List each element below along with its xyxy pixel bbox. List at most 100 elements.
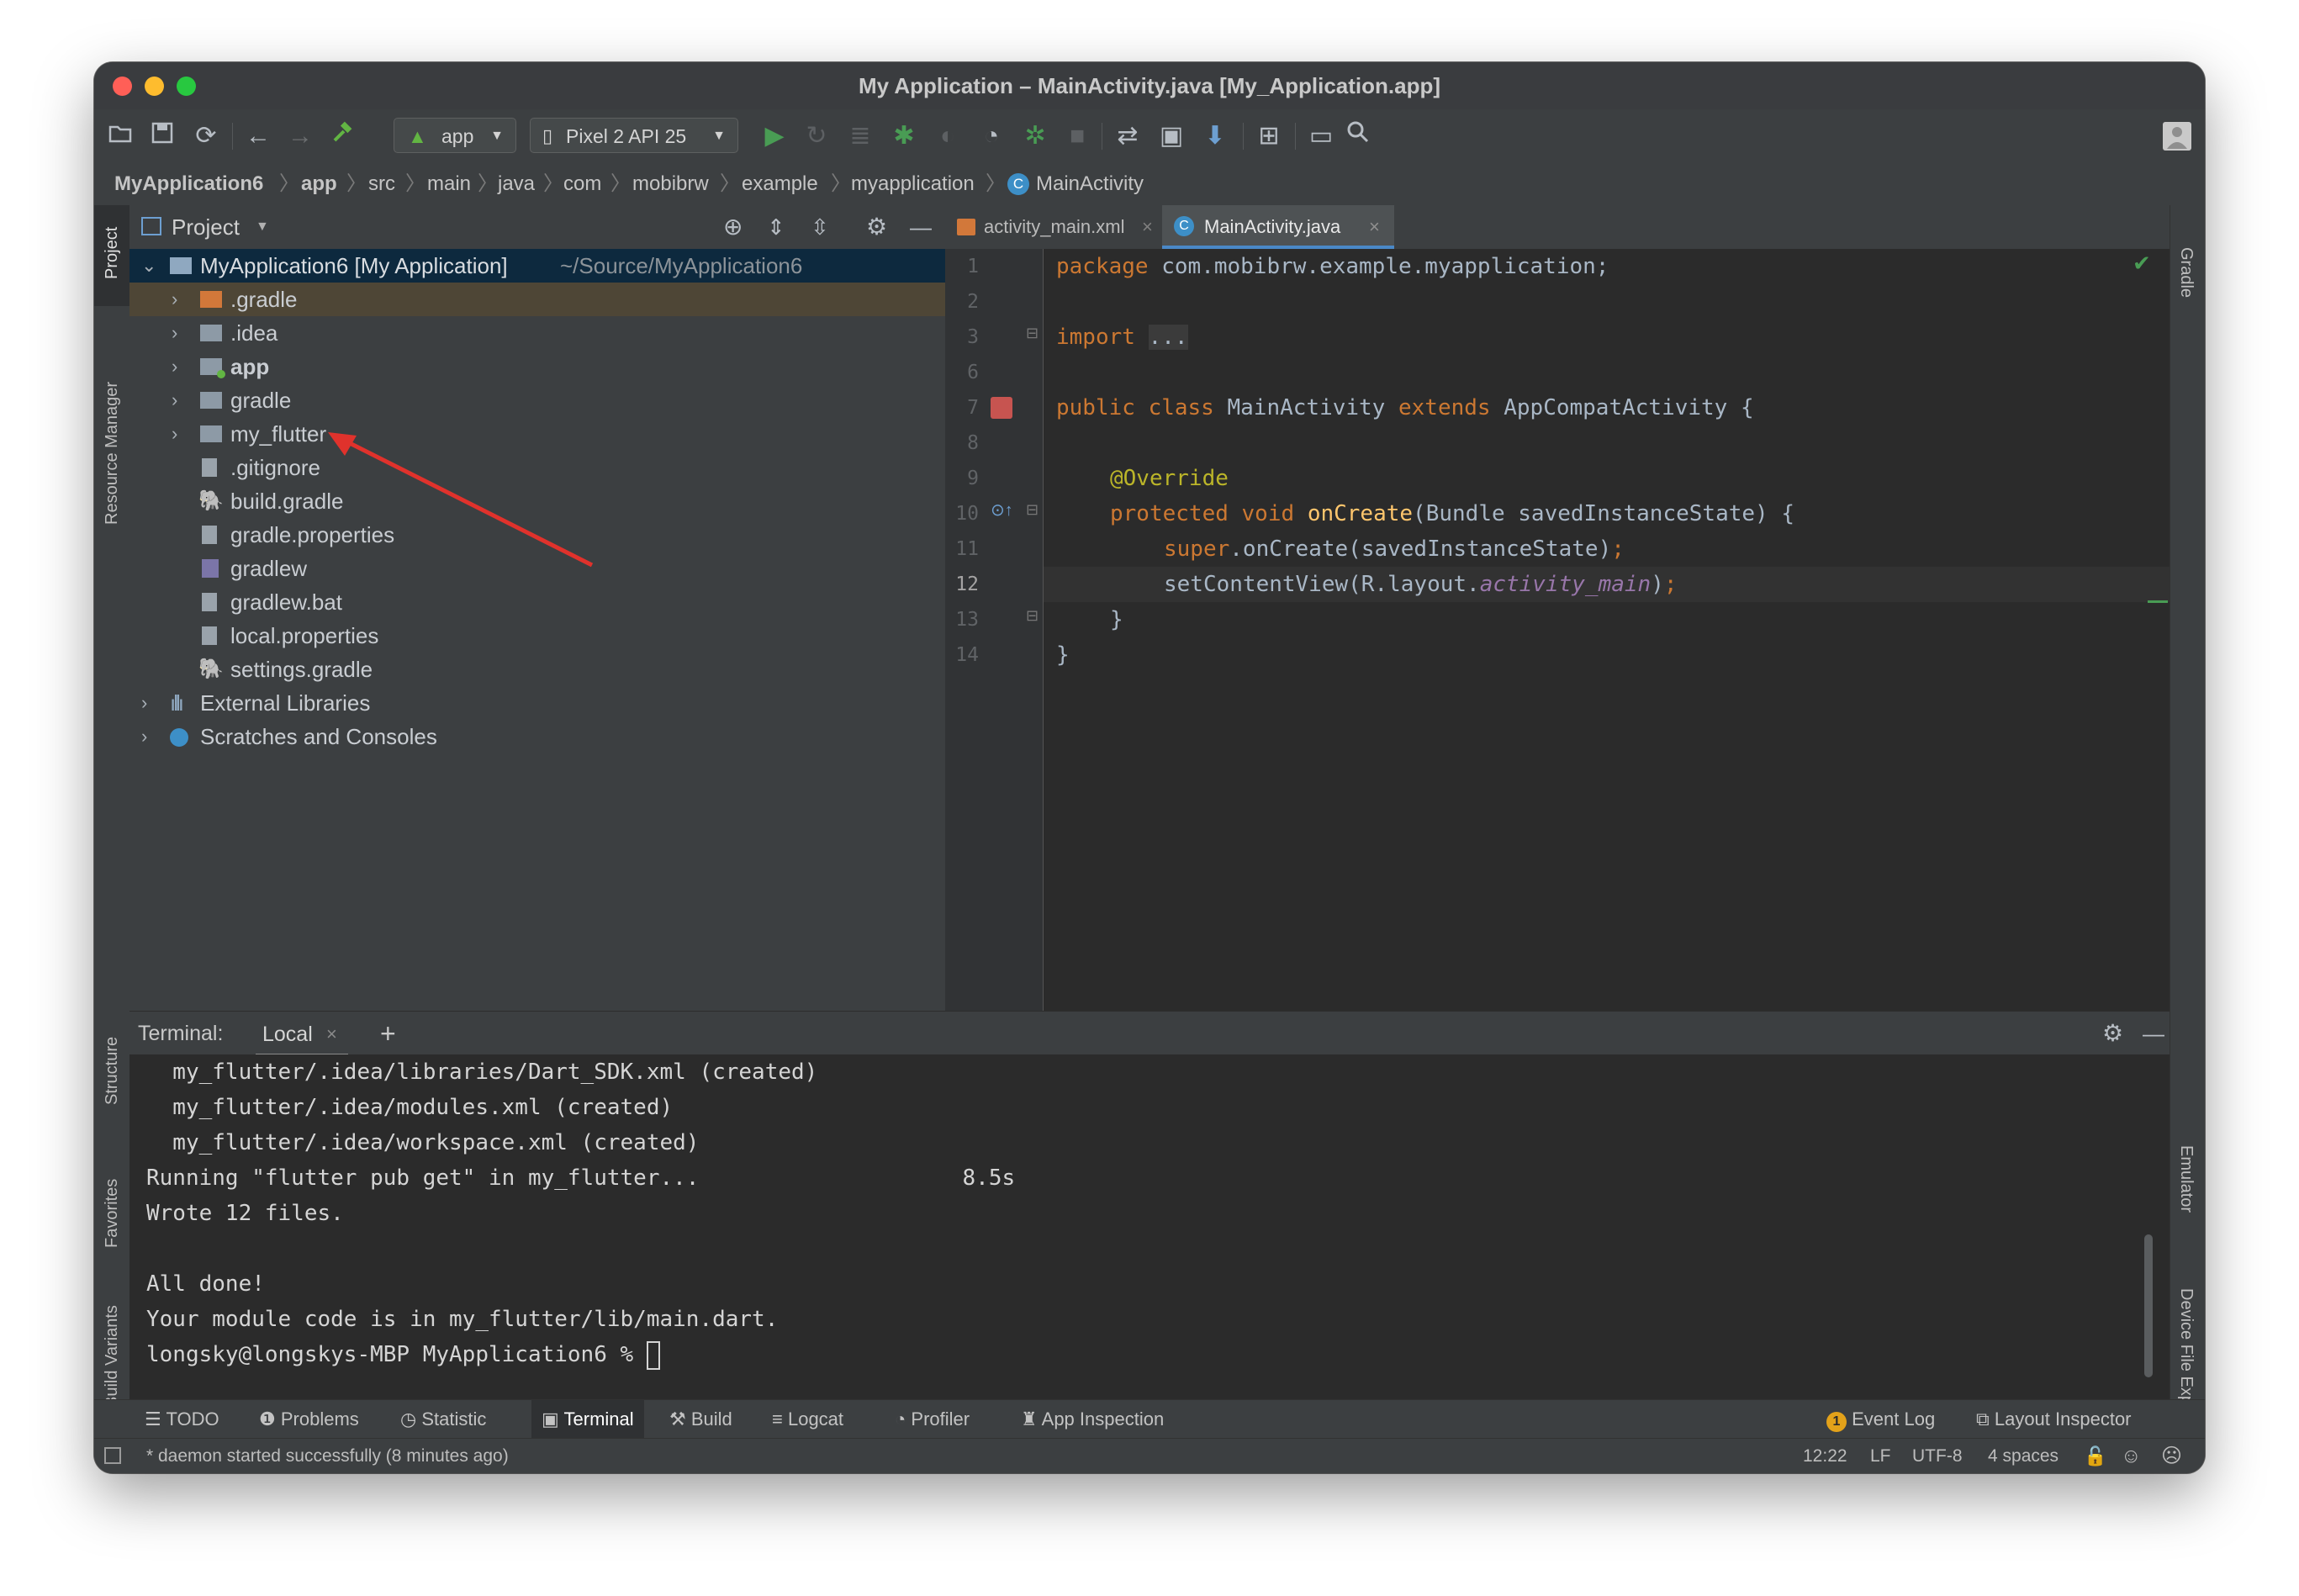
- fold-icon[interactable]: ⊟: [1026, 325, 1039, 342]
- chevron-right-icon[interactable]: ›: [172, 283, 177, 316]
- tool-tab-gradle[interactable]: Gradle: [2170, 205, 2205, 306]
- breadcrumb-item[interactable]: java: [498, 163, 535, 205]
- run-config-select[interactable]: ▲ app ▼: [394, 118, 516, 153]
- code-editor[interactable]: 1 2 3 6 7 8 9 10 11 12 13 14 ⊙↑ ⊟ ⊟ ⊟ pa…: [945, 249, 2170, 1011]
- chevron-right-icon[interactable]: ›: [141, 720, 147, 753]
- add-terminal-icon[interactable]: +: [380, 1012, 396, 1055]
- chevron-right-icon[interactable]: ›: [172, 383, 177, 417]
- project-structure-icon[interactable]: ⊞: [1253, 120, 1285, 152]
- coverage-icon[interactable]: ◐: [932, 120, 964, 152]
- breadcrumb-item[interactable]: MainActivity: [1036, 163, 1144, 205]
- apply-changes-icon[interactable]: ↻: [801, 120, 832, 152]
- chevron-right-icon[interactable]: ›: [141, 686, 147, 720]
- sdk-manager-icon[interactable]: ⬇: [1199, 120, 1231, 152]
- tree-item-gradle-hidden[interactable]: › .gradle: [129, 283, 945, 316]
- chevron-down-icon[interactable]: ▼: [256, 205, 269, 249]
- tool-tab-favorites[interactable]: Favorites: [94, 1139, 129, 1265]
- indent-setting[interactable]: 4 spaces: [1988, 1439, 2059, 1473]
- chevron-right-icon[interactable]: ›: [172, 417, 177, 451]
- close-icon[interactable]: ×: [1369, 205, 1380, 249]
- chevron-right-icon[interactable]: ›: [172, 316, 177, 350]
- debug-icon[interactable]: ✱: [888, 120, 920, 152]
- breadcrumb-item[interactable]: example: [742, 163, 818, 205]
- breadcrumb-item[interactable]: main: [427, 163, 471, 205]
- fold-icon[interactable]: ⊟: [1026, 501, 1039, 519]
- attach-debugger-icon[interactable]: ✲: [1019, 120, 1051, 152]
- tool-tab-project[interactable]: Project: [94, 205, 129, 306]
- tool-button-terminal[interactable]: ▣ Terminal: [531, 1400, 644, 1439]
- chevron-right-icon[interactable]: ›: [172, 350, 177, 383]
- tool-tab-emulator[interactable]: Emulator: [2170, 1122, 2205, 1239]
- tree-item-scratches[interactable]: › Scratches and Consoles: [129, 720, 945, 753]
- checkmark-icon[interactable]: ✔: [2133, 251, 2151, 277]
- line-separator[interactable]: LF: [1870, 1439, 1891, 1473]
- collapse-all-icon[interactable]: ⇳: [811, 205, 829, 249]
- tree-item-gradlew-bat[interactable]: gradlew.bat: [129, 585, 945, 619]
- terminal-window-icon[interactable]: ▭: [1305, 120, 1337, 152]
- tool-tab-structure[interactable]: Structure: [94, 1004, 129, 1122]
- open-folder-icon[interactable]: [104, 120, 136, 152]
- tab-mainactivity-java[interactable]: C MainActivity.java ×: [1162, 205, 1394, 249]
- avd-manager-icon[interactable]: ▣: [1155, 120, 1187, 152]
- terminal-output[interactable]: my_flutter/.idea/libraries/Dart_SDK.xml …: [129, 1054, 2170, 1399]
- save-all-icon[interactable]: [146, 120, 178, 152]
- tool-button-problems[interactable]: ❶ Problems: [259, 1400, 359, 1439]
- tree-item-local-properties[interactable]: local.properties: [129, 619, 945, 653]
- breadcrumb-item[interactable]: src: [368, 163, 395, 205]
- breadcrumb-item[interactable]: app: [301, 163, 337, 205]
- unlock-icon[interactable]: 🔓: [2084, 1439, 2106, 1473]
- tool-tab-resource-manager[interactable]: Resource Manager: [94, 357, 129, 558]
- file-encoding[interactable]: UTF-8: [1912, 1439, 1963, 1473]
- gear-icon[interactable]: ⚙: [2102, 1012, 2123, 1055]
- project-view-select[interactable]: Project: [172, 205, 240, 249]
- run-icon[interactable]: ▶: [758, 120, 790, 152]
- tree-item-idea[interactable]: › .idea: [129, 316, 945, 350]
- back-arrow-icon[interactable]: ←: [242, 120, 274, 152]
- override-marker-icon[interactable]: ⊙↑: [991, 499, 1013, 521]
- toggle-tool-windows-icon[interactable]: [104, 1447, 121, 1464]
- tool-button-profiler[interactable]: ◔ Profiler: [895, 1400, 970, 1439]
- breadcrumb-item[interactable]: myapplication: [851, 163, 975, 205]
- fold-icon[interactable]: ⊟: [1026, 607, 1039, 625]
- tool-button-event-log[interactable]: 1 Event Log: [1826, 1400, 1935, 1439]
- tab-activity-main-xml[interactable]: activity_main.xml ×: [945, 205, 1162, 249]
- breadcrumb-item[interactable]: com: [563, 163, 601, 205]
- tree-item-settings-gradle[interactable]: 🐘 settings.gradle: [129, 653, 945, 686]
- tool-button-app-inspection[interactable]: ♜ App Inspection: [1021, 1400, 1164, 1439]
- tool-button-todo[interactable]: ☰ TODO: [145, 1400, 219, 1439]
- caret-position[interactable]: 12:22: [1803, 1439, 1847, 1473]
- breadcrumb-item[interactable]: MyApplication6: [114, 163, 263, 205]
- expand-all-icon[interactable]: ⇕: [767, 205, 785, 249]
- tree-item-app[interactable]: › app: [129, 350, 945, 383]
- tree-item-gradle[interactable]: › gradle: [129, 383, 945, 417]
- tool-button-layout-inspector[interactable]: ⧉ Layout Inspector: [1976, 1400, 2132, 1439]
- tool-button-logcat[interactable]: ≡ Logcat: [772, 1400, 843, 1439]
- locate-file-icon[interactable]: ⊕: [723, 205, 743, 249]
- search-icon[interactable]: [1342, 120, 1374, 152]
- feedback-smile-icon[interactable]: ☺: [2121, 1439, 2142, 1473]
- hide-panel-icon[interactable]: —: [2143, 1012, 2164, 1055]
- tree-item-external-libraries[interactable]: › ıllı External Libraries: [129, 686, 945, 720]
- apply-code-changes-icon[interactable]: ≣: [844, 120, 876, 152]
- sync-icon[interactable]: ⟳: [190, 120, 222, 152]
- user-avatar-icon[interactable]: [2163, 122, 2191, 151]
- close-icon[interactable]: ×: [1142, 205, 1153, 249]
- make-project-hammer-icon[interactable]: [326, 120, 358, 152]
- folded-imports[interactable]: ...: [1148, 325, 1188, 350]
- terminal-tab-local[interactable]: Local ×: [256, 1017, 348, 1056]
- terminal-scrollbar[interactable]: [2144, 1234, 2153, 1377]
- tool-button-build[interactable]: ⚒ Build: [669, 1400, 732, 1439]
- sync-gradle-icon[interactable]: ⇄: [1112, 120, 1144, 152]
- device-select[interactable]: ▯ Pixel 2 API 25 ▼: [530, 118, 738, 153]
- tree-root[interactable]: ⌄ MyApplication6 [My Application] ~/Sour…: [129, 249, 945, 283]
- gear-icon[interactable]: ⚙: [866, 205, 887, 249]
- profile-icon[interactable]: ◔: [975, 120, 1007, 152]
- activity-marker-icon[interactable]: [991, 397, 1012, 419]
- forward-arrow-icon[interactable]: →: [284, 120, 316, 152]
- breadcrumb-item[interactable]: mobibrw: [632, 163, 709, 205]
- tool-button-statistic[interactable]: ◷ Statistic: [400, 1400, 486, 1439]
- stop-icon[interactable]: ■: [1061, 120, 1093, 152]
- memory-indicator-icon[interactable]: ☹: [2161, 1439, 2182, 1473]
- close-icon[interactable]: ×: [326, 1017, 337, 1052]
- hide-panel-icon[interactable]: —: [910, 205, 932, 249]
